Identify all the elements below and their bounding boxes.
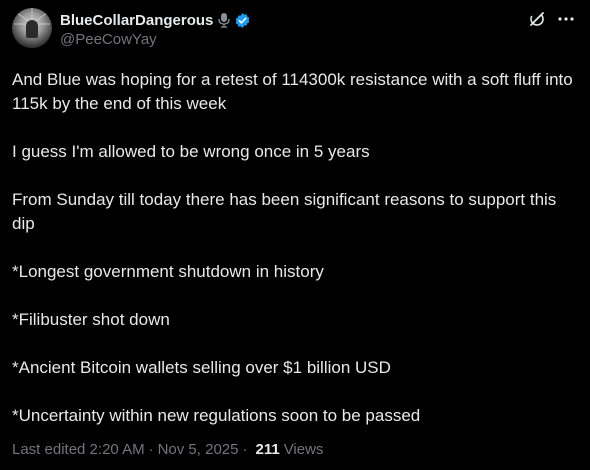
post-paragraph: *Longest government shutdown in history [12,262,324,281]
more-icon[interactable] [556,10,576,28]
post-paragraph: *Ancient Bitcoin wallets selling over $1… [12,358,391,377]
post-paragraph: And Blue was hoping for a retest of 1143… [12,70,573,113]
author-names: BlueCollarDangerous @PeeCowYay [60,8,251,49]
post-header: BlueCollarDangerous @PeeCowYay [12,8,578,54]
post-meta: Last edited 2:20 AM · Nov 5, 2025 · 211 … [12,440,323,460]
microphone-icon [218,13,231,28]
post-paragraph: I guess I'm allowed to be wrong once in … [12,142,370,161]
author-handle[interactable]: @PeeCowYay [60,30,251,49]
post-paragraph: *Uncertainty within new regulations soon… [12,406,421,425]
avatar[interactable] [12,8,52,48]
meta-separator: · [148,441,154,458]
post-paragraph: *Filibuster shot down [12,310,170,329]
post-body: And Blue was hoping for a retest of 1143… [12,68,578,428]
grok-icon[interactable] [528,10,546,28]
meta-separator: · [242,441,248,458]
verified-badge-icon[interactable] [234,12,251,29]
views-label: Views [283,441,324,458]
post: BlueCollarDangerous @PeeCowYay And Blue … [0,0,590,470]
post-paragraph: From Sunday till today there has been si… [12,190,557,233]
author-display-name[interactable]: BlueCollarDangerous [60,12,213,29]
views-count[interactable]: 211 [255,440,279,460]
post-actions [528,10,576,28]
post-date[interactable]: Nov 5, 2025 [158,440,239,460]
avatar-figure [26,20,38,38]
edited-timestamp[interactable]: Last edited 2:20 AM [12,440,145,460]
name-row: BlueCollarDangerous [60,10,251,30]
